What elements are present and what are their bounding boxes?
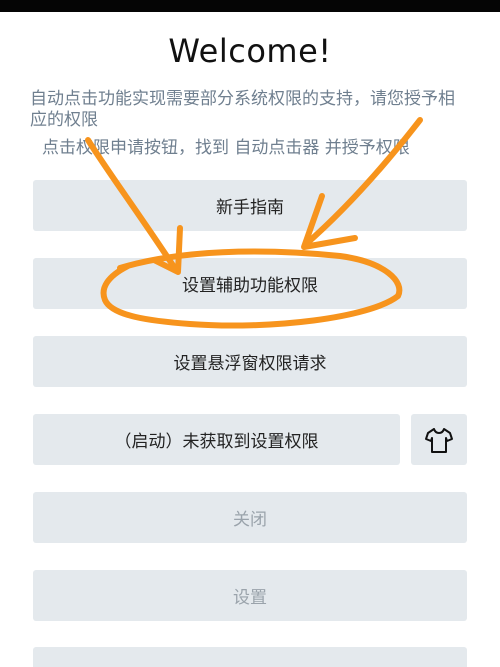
page-title: Welcome! — [168, 32, 332, 70]
permission-description: 自动点击功能实现需要部分系统权限的支持，请您授予相应的权限 — [30, 89, 455, 130]
accessibility-permission-button[interactable]: 设置辅助功能权限 — [33, 258, 467, 309]
start-button[interactable]: （启动）未获取到设置权限 — [33, 414, 400, 465]
guide-button[interactable]: 新手指南 — [33, 180, 467, 231]
shirt-icon — [425, 427, 453, 453]
settings-button[interactable]: 设置 — [33, 570, 467, 621]
skin-button[interactable] — [411, 414, 467, 465]
overlay-permission-button[interactable]: 设置悬浮窗权限请求 — [33, 336, 467, 387]
permission-instruction: 点击权限申请按钮，找到 自动点击器 并授予权限 — [42, 138, 410, 158]
status-bar — [0, 0, 500, 12]
partial-button[interactable] — [33, 647, 467, 667]
close-button[interactable]: 关闭 — [33, 492, 467, 543]
